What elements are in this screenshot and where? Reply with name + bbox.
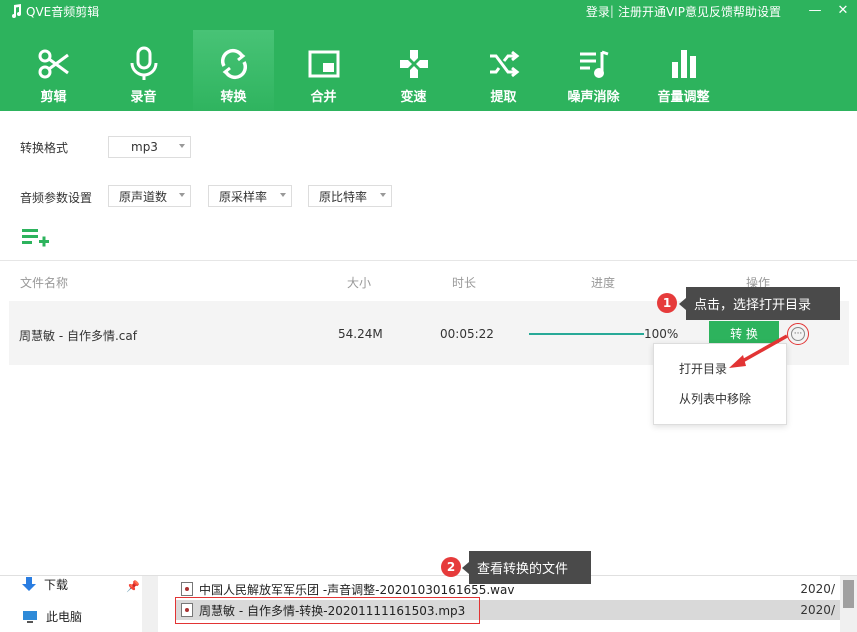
scroll-thumb[interactable] <box>843 580 854 608</box>
nav-item-downloads[interactable]: 下载 <box>22 576 68 593</box>
add-file-icon[interactable] <box>22 228 50 248</box>
file-list-date: 2020/ <box>800 582 835 596</box>
app-title-text: QVE音频剪辑 <box>26 4 100 19</box>
shuffle-icon <box>489 50 519 78</box>
divider <box>0 260 857 261</box>
tab-volume[interactable]: 音量调整 <box>643 30 724 111</box>
samplerate-select[interactable]: 原采样率 <box>208 185 292 207</box>
audio-file-icon <box>181 582 193 596</box>
tab-convert[interactable]: 转换 <box>193 30 274 111</box>
tab-label: 变速 <box>400 90 427 105</box>
menu-item-open-dir[interactable]: 打开目录 <box>679 360 727 377</box>
chevron-down-icon <box>179 144 185 148</box>
download-arrow-icon <box>22 576 36 591</box>
computer-icon <box>23 610 37 623</box>
tab-noise[interactable]: 噪声消除 <box>553 30 634 111</box>
app-title: QVE音频剪辑 <box>10 2 99 20</box>
highlight-circle <box>787 323 809 345</box>
step-badge-2: 2 <box>441 557 461 577</box>
bitrate-value: 原比特率 <box>319 189 368 204</box>
tab-label: 剪辑 <box>40 90 67 105</box>
channels-select[interactable]: 原声道数 <box>108 185 191 207</box>
tab-merge[interactable]: 合并 <box>283 30 364 111</box>
register-link[interactable]: 注册 <box>618 3 642 20</box>
refresh-icon <box>220 49 247 79</box>
file-list-name: 中国人民解放军军乐团 -声音调整-20201030161655.wav <box>199 582 515 597</box>
tab-record[interactable]: 录音 <box>103 30 184 111</box>
tab-label: 转换 <box>220 90 247 105</box>
chevron-down-icon <box>179 193 185 197</box>
gamepad-icon <box>399 50 428 78</box>
feedback-link[interactable]: 意见反馈 <box>685 3 733 20</box>
help-link[interactable]: 帮助 <box>733 3 757 20</box>
samplerate-value: 原采样率 <box>219 189 268 204</box>
microphone-icon <box>130 46 157 80</box>
progress-bar <box>529 333 644 335</box>
volume-bars-icon <box>671 50 696 78</box>
bitrate-select[interactable]: 原比特率 <box>308 185 392 207</box>
highlight-box <box>175 597 480 624</box>
function-tabs: 剪辑 录音 转换 合并 变速 提取 噪声消除 音量调整 <box>0 30 733 111</box>
tooltip-2: 查看转换的文件 <box>462 551 591 584</box>
header-duration: 时长 <box>452 276 477 290</box>
nav-scrollbar[interactable] <box>142 576 158 632</box>
pin-icon[interactable]: 📌 <box>126 580 140 593</box>
file-duration: 00:05:22 <box>440 327 494 341</box>
list-scrollbar[interactable] <box>840 576 857 632</box>
explorer-nav: 下载 📌 此电脑 <box>0 576 158 632</box>
menu-item-remove[interactable]: 从列表中移除 <box>679 390 751 407</box>
chevron-down-icon <box>380 193 386 197</box>
tab-cut[interactable]: 剪辑 <box>13 30 94 111</box>
top-bar: QVE音频剪辑 登录 | 注册 开通VIP 意见反馈 帮助 设置 — ✕ 剪辑 … <box>0 0 857 111</box>
noise-icon <box>579 50 608 78</box>
menu-separator: | <box>609 4 614 18</box>
file-size: 54.24M <box>338 327 383 341</box>
red-arrow-icon <box>729 334 788 368</box>
close-button[interactable]: ✕ <box>829 2 857 20</box>
top-menu: 登录 | 注册 开通VIP 意见反馈 帮助 设置 — ✕ <box>586 2 857 20</box>
music-note-icon <box>12 4 21 18</box>
merge-icon <box>308 50 339 78</box>
chevron-down-icon <box>280 193 286 197</box>
params-label: 音频参数设置 <box>20 191 93 205</box>
header-progress: 进度 <box>591 276 616 290</box>
format-label: 转换格式 <box>20 141 69 155</box>
header-size: 大小 <box>347 276 372 290</box>
tab-label: 合并 <box>310 90 337 105</box>
progress-text: 100% <box>644 327 679 341</box>
tab-speed[interactable]: 变速 <box>373 30 454 111</box>
tab-label: 录音 <box>130 90 157 105</box>
tab-label: 音量调整 <box>657 90 710 105</box>
settings-link[interactable]: 设置 <box>757 3 781 20</box>
minimize-button[interactable]: — <box>801 2 829 20</box>
format-value: mp3 <box>131 140 158 154</box>
nav-item-computer[interactable]: 此电脑 <box>22 608 82 625</box>
nav-label: 此电脑 <box>46 610 83 624</box>
scissors-icon <box>38 49 69 79</box>
file-name: 周慧敏 - 自作多情.caf <box>19 329 137 343</box>
header-name: 文件名称 <box>20 276 69 290</box>
vip-link[interactable]: 开通VIP <box>642 3 685 20</box>
login-link[interactable]: 登录 <box>586 3 610 20</box>
file-list-date: 2020/ <box>800 603 835 617</box>
nav-label: 下载 <box>44 578 69 592</box>
tab-extract[interactable]: 提取 <box>463 30 544 111</box>
tab-label: 提取 <box>490 90 517 105</box>
format-select[interactable]: mp3 <box>108 136 191 158</box>
tab-label: 噪声消除 <box>567 90 620 105</box>
step-badge-1: 1 <box>657 293 677 313</box>
channels-value: 原声道数 <box>119 189 168 204</box>
tooltip-1: 点击，选择打开目录 <box>679 287 840 320</box>
